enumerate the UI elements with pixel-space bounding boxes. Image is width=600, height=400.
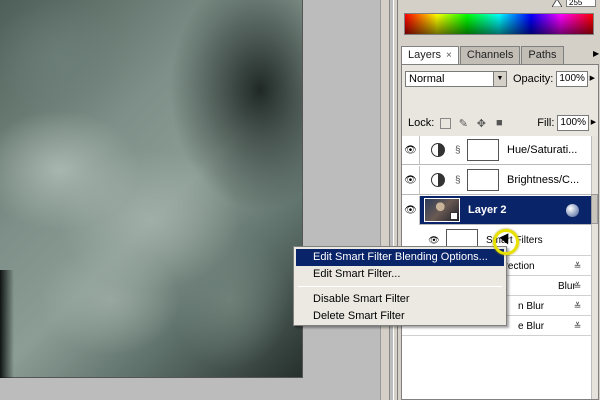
document-image[interactable] [0, 0, 303, 378]
layer-list-scrollbar[interactable] [591, 136, 598, 399]
layers-panel-tabs: Layers × Channels Paths ▶ [401, 46, 599, 65]
menu-separator [298, 286, 502, 287]
panel-menu-icon[interactable]: ▶ [593, 49, 600, 61]
blending-options-icon[interactable]: ≚ [571, 281, 583, 291]
color-value-field[interactable]: 255 [566, 0, 596, 7]
layer-row-hue-saturation[interactable]: 👁 § Hue/Saturati... [402, 135, 591, 165]
opacity-label: Opacity: [513, 73, 554, 85]
tab-paths[interactable]: Paths [521, 46, 564, 64]
adjustment-layer-icon [431, 143, 445, 157]
context-menu: Edit Smart Filter Blending Options... Ed… [293, 246, 507, 326]
filter-name: e Blur [518, 320, 545, 332]
layer-name: Layer 2 [468, 204, 507, 216]
eye-icon[interactable]: 👁 [402, 135, 420, 165]
adjustment-layer-icon [431, 173, 445, 187]
tab-channels[interactable]: Channels [459, 46, 521, 64]
layer-mask-thumbnail[interactable] [467, 139, 499, 161]
filter-name: n Blur [518, 300, 545, 312]
lock-fill-row: Lock: ✎ ✥ ■ Fill: 100% ▶ [405, 114, 598, 132]
canvas-area[interactable] [0, 0, 395, 400]
layer-name: Hue/Saturati... [507, 144, 578, 156]
opacity-slider-arrow-icon[interactable]: ▶ [588, 71, 596, 87]
link-chain-icon[interactable]: § [455, 175, 463, 186]
layer-mask-thumbnail[interactable] [467, 169, 499, 191]
eye-icon[interactable]: 👁 [402, 195, 420, 225]
layers-panel: Layers × Channels Paths ▶ Normal ▼ Opaci… [401, 46, 599, 400]
fill-field[interactable]: 100% [557, 115, 590, 131]
layer-row-layer-2[interactable]: 👁 Layer 2 [402, 195, 591, 225]
lock-label: Lock: [408, 117, 435, 129]
layer-thumbnail[interactable] [424, 198, 460, 222]
color-spectrum-ramp[interactable] [404, 13, 594, 35]
scrollbar-thumb[interactable] [591, 194, 598, 224]
panel-divider-grip[interactable] [389, 0, 394, 400]
tab-paths-label: Paths [528, 49, 557, 61]
image-dark-edge [0, 270, 14, 378]
gamut-warning-icon[interactable] [552, 0, 562, 7]
menu-item-edit-smart-filter[interactable]: Edit Smart Filter... [296, 266, 504, 283]
menu-item-delete-smart-filter[interactable]: Delete Smart Filter [296, 308, 504, 325]
blending-options-icon[interactable]: ≚ [571, 321, 583, 331]
right-panels: 255 Layers × Channels Paths ▶ Normal ▼ O… [397, 0, 600, 400]
lock-transparent-icon[interactable] [440, 117, 452, 129]
blending-options-icon[interactable]: ≚ [571, 301, 583, 311]
tab-layers-label: Layers [408, 49, 442, 61]
lock-all-icon[interactable]: ■ [493, 117, 505, 129]
color-panel: 255 [398, 0, 600, 42]
eye-icon[interactable]: 👁 [402, 165, 420, 195]
fill-slider-arrow-icon[interactable]: ▶ [589, 115, 597, 131]
blending-options-icon[interactable]: ≚ [571, 261, 583, 271]
blend-mode-value: Normal [409, 73, 445, 85]
lock-position-move-icon[interactable]: ✥ [475, 117, 487, 130]
link-chain-icon[interactable]: § [455, 145, 463, 156]
tab-channels-label: Channels [466, 49, 514, 61]
layer-row-brightness-contrast[interactable]: 👁 § Brightness/C... [402, 165, 591, 195]
opacity-field[interactable]: 100% [556, 71, 589, 87]
smart-object-badge-icon [450, 212, 458, 220]
menu-item-edit-blending-options[interactable]: Edit Smart Filter Blending Options... [296, 249, 504, 266]
fill-label: Fill: [537, 117, 555, 129]
eye-icon[interactable]: 👁 [428, 235, 440, 246]
smart-filter-indicator-icon[interactable] [566, 204, 579, 217]
tab-layers[interactable]: Layers × [401, 46, 459, 64]
blend-mode-select[interactable]: Normal ▼ [405, 71, 507, 87]
menu-item-disable-smart-filter[interactable]: Disable Smart Filter [296, 291, 504, 308]
lock-image-brush-icon[interactable]: ✎ [457, 117, 469, 130]
chevron-down-icon[interactable]: ▼ [493, 72, 506, 86]
layer-name: Brightness/C... [507, 174, 580, 186]
close-icon[interactable]: × [446, 47, 452, 64]
blend-opacity-row: Normal ▼ Opacity: 100% ▶ [405, 70, 598, 88]
